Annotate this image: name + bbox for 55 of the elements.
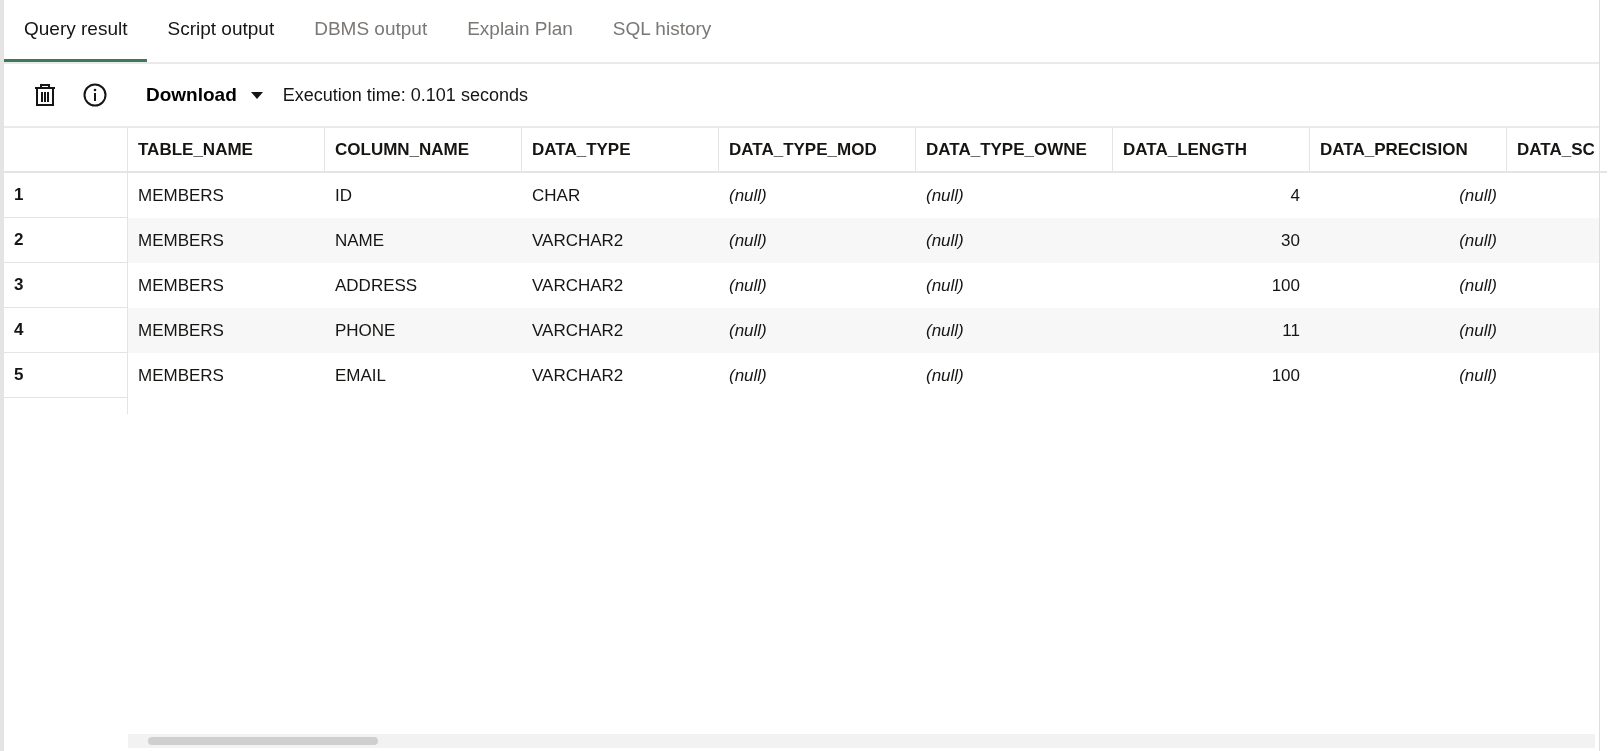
table-cell-text: (null) [729, 319, 767, 342]
table-cell-text: VARCHAR2 [532, 229, 624, 252]
table-cell-text: 4 [1290, 184, 1300, 207]
tab[interactable]: Query result [4, 0, 148, 62]
table-cell-text: 30 [1281, 229, 1300, 252]
caret-icon [250, 91, 263, 99]
table-cell-text: (null) [1459, 364, 1497, 387]
horizontal-scrollbar[interactable] [128, 734, 1595, 748]
column-header[interactable]: COLUMN_NAME [325, 128, 522, 173]
table-cell-text: EMAIL [335, 364, 387, 387]
table-cell-text: (null) [729, 229, 767, 252]
row-number: 1 [4, 173, 128, 218]
column-header[interactable]: TABLE_NAME [128, 128, 325, 173]
execution-time: Execution time: 0.101 seconds [282, 83, 528, 107]
table-cell-text: (null) [926, 274, 964, 297]
table-cell-text: 100 [1271, 274, 1300, 297]
table-cell-text: (null) [926, 184, 964, 207]
table-cell-text: NAME [335, 229, 385, 252]
download-button[interactable]: Download [134, 74, 275, 116]
column-header[interactable]: DATA_LENGTH [1113, 128, 1310, 173]
tab[interactable]: Script output [147, 0, 295, 62]
scrollbar-thumb[interactable] [148, 737, 378, 745]
column-header[interactable]: DATA_TYPE_OWNE [916, 128, 1113, 173]
table-cell-text: (null) [729, 184, 767, 207]
table-cell-text: MEMBERS [138, 229, 224, 252]
table-cell-text: 11 [1282, 319, 1300, 342]
table-cell-text: (null) [926, 319, 964, 342]
column-header[interactable]: DATA_TYPE [522, 128, 719, 173]
row-number: 3 [4, 263, 128, 308]
table-cell-text: VARCHAR2 [532, 274, 624, 297]
table-cell-text: (null) [926, 364, 964, 387]
table-cell-text: VARCHAR2 [532, 364, 624, 387]
table-cell-text: PHONE [335, 319, 396, 342]
table-cell-text: MEMBERS [138, 364, 224, 387]
table-cell-text: ID [335, 184, 352, 207]
table-cell-text: MEMBERS [138, 184, 224, 207]
table-cell-text: ADDRESS [335, 274, 418, 297]
table-cell-text: (null) [1459, 274, 1497, 297]
table-cell-text: (null) [729, 364, 767, 387]
table-cell-text: (null) [926, 229, 964, 252]
table-cell-text: MEMBERS [138, 274, 224, 297]
row-number: 4 [4, 308, 128, 353]
table-cell-text: (null) [1459, 229, 1497, 252]
column-header[interactable]: DATA_PRECISION [1310, 128, 1507, 173]
table-cell-text: MEMBERS [138, 319, 224, 342]
table-cell-text: (null) [1459, 319, 1497, 342]
row-number: 5 [4, 353, 128, 398]
table-cell-text: (null) [1459, 184, 1497, 207]
table-cell-text: VARCHAR2 [532, 319, 624, 342]
row-number: 2 [4, 218, 128, 263]
column-header[interactable]: DATA_SC [1507, 128, 1607, 173]
table-cell-text: 100 [1271, 364, 1300, 387]
column-header[interactable]: DATA_TYPE_MOD [719, 128, 916, 173]
table-cell-text: (null) [729, 274, 767, 297]
table-cell-text: CHAR [532, 184, 581, 207]
